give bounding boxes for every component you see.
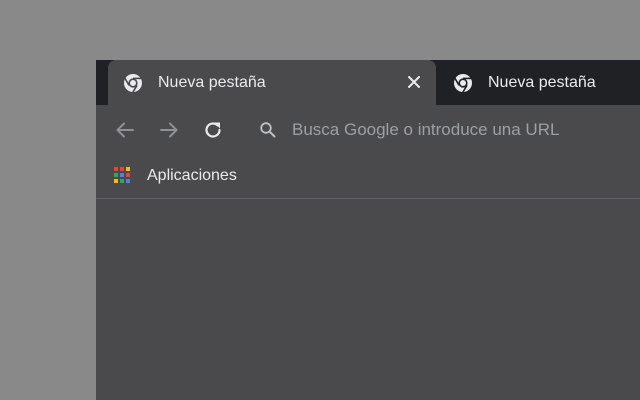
tab-active[interactable]: Nueva pestaña <box>108 60 436 105</box>
close-icon[interactable] <box>404 72 424 92</box>
bookmark-apps[interactable]: Aplicaciones <box>114 163 243 189</box>
tab-title: Nueva pestaña <box>158 73 266 91</box>
omnibox[interactable] <box>250 113 640 147</box>
chrome-icon <box>452 72 474 94</box>
search-icon <box>256 118 280 142</box>
tab-title: Nueva pestaña <box>488 73 596 91</box>
bookmark-label: Aplicaciones <box>147 167 237 184</box>
toolbar <box>96 105 640 155</box>
forward-arrow-icon[interactable] <box>157 118 181 142</box>
page-content <box>96 199 640 400</box>
browser-window: Nueva pestaña Nueva pestaña Busca Google… <box>96 60 640 400</box>
back-arrow-icon[interactable] <box>113 118 137 142</box>
reload-icon[interactable] <box>201 118 225 142</box>
apps-grid-icon <box>114 167 132 185</box>
omnibox-input[interactable] <box>292 115 640 145</box>
chrome-icon <box>122 72 144 94</box>
tab-strip: Nueva pestaña Nueva pestaña <box>96 60 640 105</box>
tab-inactive[interactable]: Nueva pestaña <box>440 60 640 105</box>
bookmarks-bar: Aplicaciones <box>96 155 640 199</box>
